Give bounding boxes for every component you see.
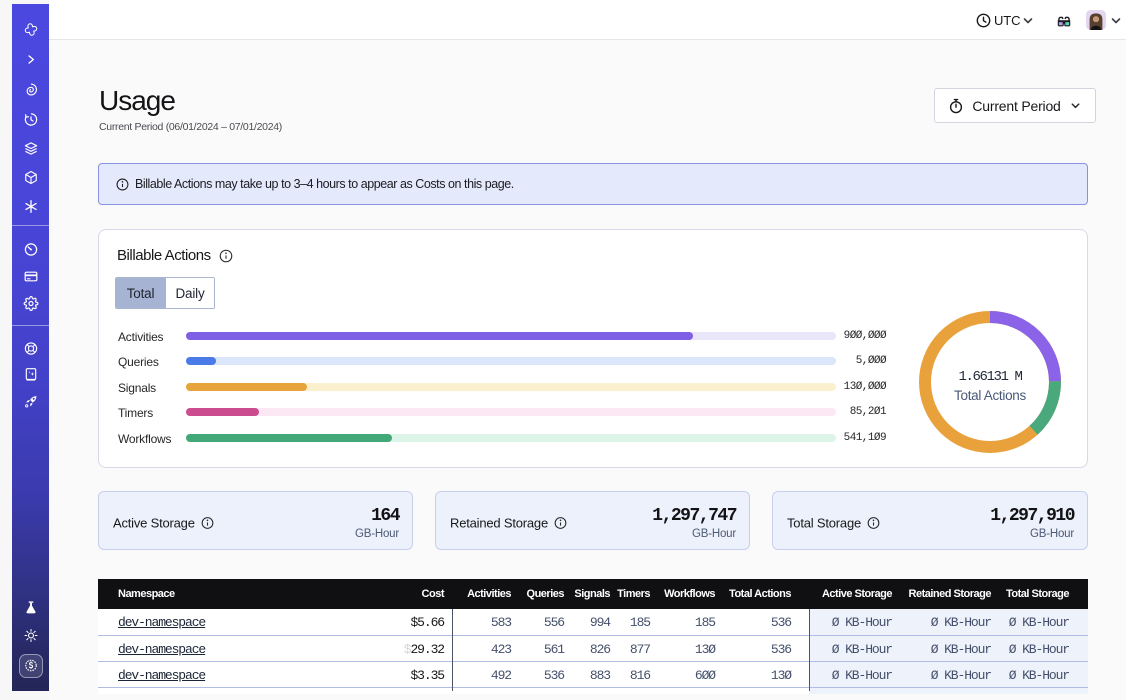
svg-text:1.66131 M: 1.66131 M [958,369,1022,385]
svg-text:Total Actions: Total Actions [954,388,1026,403]
